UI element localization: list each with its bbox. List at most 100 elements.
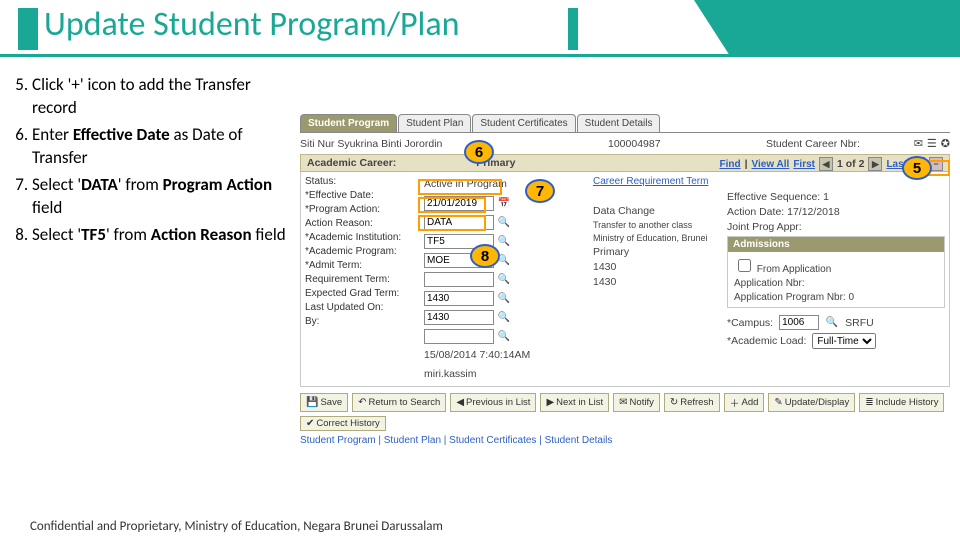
admit-desc: 1430 — [593, 261, 723, 273]
effseq-value: 1 — [823, 191, 829, 203]
hl-reason — [418, 215, 486, 231]
actdate-value: 17/12/2018 — [787, 206, 840, 218]
btn-label: Include History — [876, 397, 939, 408]
campus-label: *Campus: — [727, 317, 773, 329]
btn-label: Update/Display — [785, 397, 849, 408]
lookup-icon[interactable]: 🔍 — [497, 291, 511, 305]
tab-student-certificates[interactable]: Student Certificates — [472, 114, 575, 132]
mail-icon[interactable]: ✉ — [914, 137, 923, 150]
btn-icon: ≣ — [865, 397, 873, 408]
btn-label: Refresh — [680, 397, 713, 408]
add-button[interactable]: ＋Add — [724, 393, 765, 412]
btn-label: Add — [742, 397, 759, 408]
step-item: Select 'DATA' from Program Action field — [32, 174, 290, 220]
progaction-label: *Program Action: — [305, 204, 420, 215]
correct-history-button[interactable]: ✔Correct History — [300, 416, 386, 431]
reqterm-label: Requirement Term: — [305, 274, 420, 285]
calendar-icon[interactable]: 📅 — [497, 196, 511, 210]
progaction-desc: Data Change — [593, 205, 723, 217]
inst-desc: Ministry of Education, Brunei — [593, 233, 723, 243]
appprog-value: 0 — [849, 292, 855, 303]
appnbr-label: Application Nbr: — [734, 278, 805, 289]
campus-input[interactable] — [779, 315, 819, 330]
acadload-select[interactable]: Full-Time — [812, 333, 876, 349]
expgrad-input[interactable] — [424, 329, 494, 344]
btn-icon: ✔ — [306, 418, 314, 429]
btn-icon: ◀ — [456, 397, 464, 408]
app-screenshot: 6 7 8 5 Student ProgramStudent PlanStude… — [300, 74, 950, 446]
btn-icon: ↻ — [670, 397, 678, 408]
lookup-icon[interactable]: 🔍 — [497, 310, 511, 324]
hl-action — [418, 197, 486, 213]
inst-label: *Academic Institution: — [305, 232, 420, 243]
effseq-label: Effective Sequence: — [727, 191, 820, 203]
admissions-box: Admissions From Application Application … — [727, 236, 945, 308]
action-buttons: 💾Save↶Return to Search◀Previous in List▶… — [300, 393, 950, 431]
callout-6: 6 — [464, 140, 494, 164]
previous-in-list-button[interactable]: ◀Previous in List — [450, 393, 536, 412]
btn-icon: ↶ — [358, 397, 366, 408]
notify-button[interactable]: ✉Notify — [613, 393, 660, 412]
admit-input[interactable] — [424, 291, 494, 306]
req-desc: 1430 — [593, 276, 723, 288]
srfu-label: SRFU — [845, 317, 874, 329]
section-header: Academic Career: Primary Find | View All… — [300, 154, 950, 172]
callout-8: 8 — [470, 244, 500, 268]
page-title: Update Student Program/Plan — [44, 4, 459, 45]
lookup-icon[interactable]: 🔍 — [497, 272, 511, 286]
from-app-checkbox[interactable] — [738, 259, 751, 272]
step-item: Enter Effective Date as Date of Transfer — [32, 124, 290, 170]
title-corner — [730, 0, 960, 56]
next-in-list-button[interactable]: ▶Next in List — [540, 393, 609, 412]
lookup-icon[interactable]: 🔍 — [825, 316, 839, 330]
step-item: Click '+' icon to add the Transfer recor… — [32, 74, 290, 120]
btn-label: Previous in List — [466, 397, 530, 408]
expgrad-label: Expected Grad Term: — [305, 288, 420, 299]
lastupd-label: Last Updated On: — [305, 302, 420, 313]
tab-bar: Student ProgramStudent PlanStudent Certi… — [300, 114, 950, 133]
admit-label: *Admit Term: — [305, 260, 420, 271]
by-label: By: — [305, 316, 420, 327]
btn-icon: ＋ — [730, 395, 740, 410]
actdate-label: Action Date: — [727, 206, 784, 218]
tab-student-details[interactable]: Student Details — [577, 114, 661, 132]
by-value: miri.kassim — [424, 366, 589, 382]
save-button[interactable]: 💾Save — [300, 393, 348, 412]
btn-icon: ✎ — [774, 397, 782, 408]
lastupd-value: 15/08/2014 7:40:14AM — [424, 347, 589, 363]
step-item: Select 'TF5' from Action Reason field — [32, 224, 290, 247]
btn-icon: 💾 — [306, 397, 318, 408]
instruction-steps: Click '+' icon to add the Transfer recor… — [10, 74, 300, 446]
bottom-links[interactable]: Student Program | Student Plan | Student… — [300, 435, 950, 446]
lookup-icon[interactable]: 🔍 — [497, 329, 511, 343]
prog-desc: Primary — [593, 246, 723, 258]
student-icons: ✉ ☰ ✪ — [914, 137, 950, 150]
lookup-icon[interactable]: 🔍 — [497, 215, 511, 229]
lookup-icon[interactable]: 🔍 — [497, 234, 511, 248]
tab-student-program[interactable]: Student Program — [300, 114, 397, 132]
find-link[interactable]: Find — [719, 159, 740, 170]
acadload-label: *Academic Load: — [727, 335, 806, 347]
prog-input[interactable] — [424, 272, 494, 287]
star-icon[interactable]: ✪ — [941, 137, 950, 150]
btn-label: Next in List — [556, 397, 603, 408]
refresh-button[interactable]: ↻Refresh — [664, 393, 720, 412]
viewall-link[interactable]: View All — [752, 159, 790, 170]
section-label: Academic Career: — [307, 157, 396, 169]
reason-desc: Transfer to another class — [593, 220, 723, 230]
reqterm-input[interactable] — [424, 310, 494, 325]
req-term-link[interactable]: Career Requirement Term — [593, 176, 723, 187]
footer-note: Confidential and Proprietary, Ministry o… — [30, 519, 443, 534]
prev-icon[interactable]: ◀ — [819, 157, 833, 171]
update-display-button[interactable]: ✎Update/Display — [768, 393, 855, 412]
list-icon[interactable]: ☰ — [927, 137, 937, 150]
hl-effdate — [418, 179, 502, 195]
effdate-label: *Effective Date: — [305, 190, 420, 201]
tab-student-plan[interactable]: Student Plan — [398, 114, 471, 132]
status-label: Status: — [305, 176, 420, 187]
btn-icon: ▶ — [546, 397, 554, 408]
next-icon[interactable]: ▶ — [868, 157, 882, 171]
first-link[interactable]: First — [793, 159, 815, 170]
include-history-button[interactable]: ≣Include History — [859, 393, 944, 412]
return-to-search-button[interactable]: ↶Return to Search — [352, 393, 446, 412]
